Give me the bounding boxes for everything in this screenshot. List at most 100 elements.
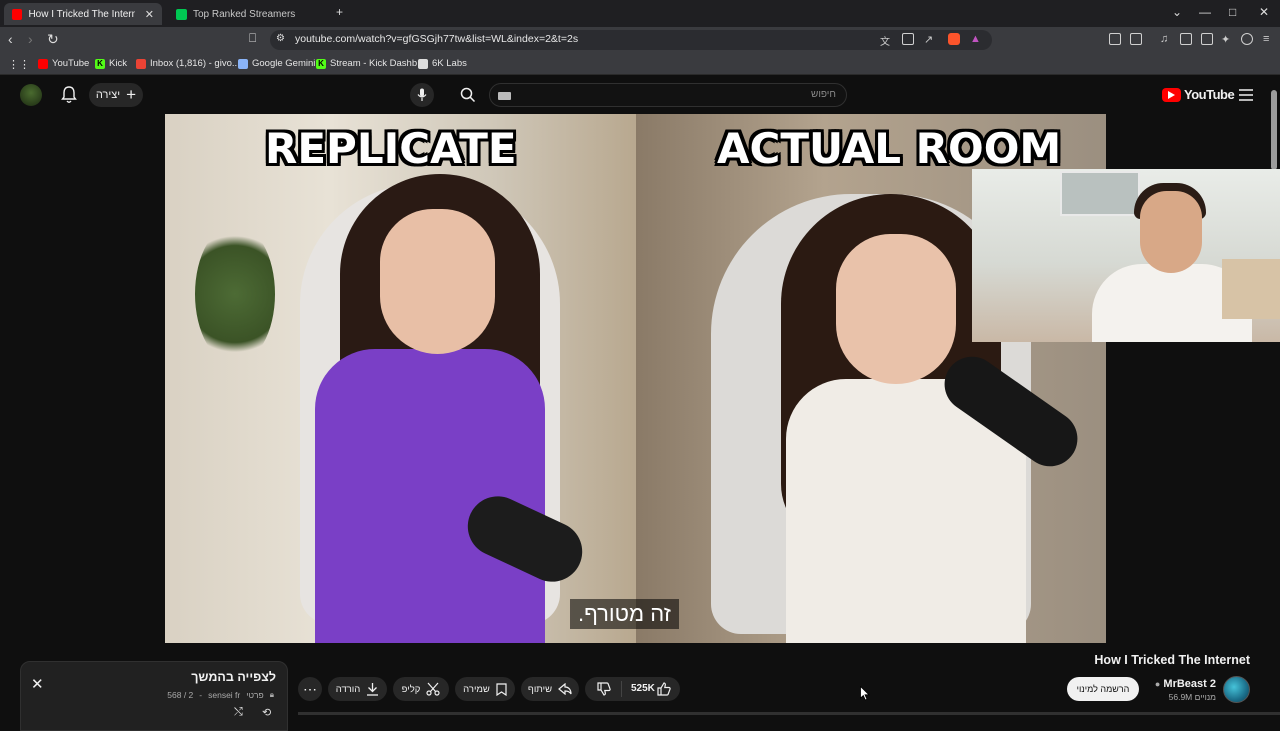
brave-shields-icon[interactable] — [948, 33, 960, 45]
download-button[interactable]: הורדה — [328, 677, 387, 701]
clip-button[interactable]: קליפ — [393, 677, 449, 701]
loop-icon[interactable]: ⟲ — [262, 706, 271, 719]
bookmark-6k-labs[interactable]: 6K Labs — [418, 58, 467, 69]
bookmark-label: Google Gemini — [252, 58, 316, 69]
brave-rewards-icon[interactable]: ▲ — [970, 33, 982, 45]
labs-icon — [418, 58, 428, 69]
sidebar-toggle-icon[interactable] — [1180, 33, 1192, 45]
close-playlist-icon[interactable]: ✕ — [31, 675, 44, 693]
reading-list-icon[interactable] — [1130, 33, 1142, 45]
page-scrollbar[interactable] — [1271, 90, 1277, 170]
bookmark-label: YouTube — [52, 58, 90, 69]
like-button[interactable] — [657, 682, 671, 701]
bookmark-label: 6K Labs — [432, 58, 467, 69]
voice-search-button[interactable] — [410, 83, 434, 107]
url-text: youtube.com/watch?v=gfGSGjh77tw&list=WL&… — [295, 33, 579, 45]
video-title: How I Tricked The Internet — [1094, 653, 1250, 667]
bookmark-label: Stream - Kick Dashb... — [330, 58, 426, 69]
plant-decoration — [195, 224, 275, 364]
leo-ai-icon[interactable]: ✦ — [1221, 33, 1233, 46]
media-icon[interactable]: ♫ — [1160, 33, 1172, 45]
share-button[interactable]: שיתוף — [521, 677, 579, 701]
save-button[interactable]: שמירה — [455, 677, 515, 701]
share-label: שיתוף — [527, 683, 553, 695]
close-window-button[interactable]: ✕ — [1259, 5, 1269, 19]
tab-youtube-video[interactable]: How I Tricked The Internet - Y ✕ — [4, 3, 162, 25]
video-subtitle: זה מטורף. — [570, 599, 679, 629]
create-label: יצירה — [95, 89, 121, 101]
kick-icon: K — [95, 58, 105, 69]
channel-name[interactable]: ● MrBeast 2 — [1155, 678, 1216, 690]
search-input[interactable]: חיפוש — [489, 83, 847, 107]
search-icon[interactable] — [460, 87, 476, 108]
bookmark-page-icon[interactable]: ⎕ — [249, 31, 256, 46]
pillow — [1222, 259, 1280, 319]
person-shirt — [315, 349, 545, 643]
bookmark-gemini[interactable]: Google Gemini — [238, 58, 315, 69]
menu-icon[interactable]: ≡ — [1263, 33, 1275, 45]
subscriber-count: 56.9M מנויים — [1168, 692, 1216, 702]
plus-icon: + — [126, 85, 137, 104]
bookmark-kick-dashboard[interactable]: K Stream - Kick Dashb... — [316, 58, 425, 69]
create-button[interactable]: יצירה + — [89, 83, 143, 107]
scissors-icon — [426, 682, 440, 696]
notifications-bell-icon[interactable] — [61, 86, 77, 109]
close-tab-icon[interactable]: ✕ — [145, 8, 154, 21]
microphone-icon — [417, 88, 427, 101]
forward-arrow-icon[interactable]: › — [28, 31, 33, 47]
window-background — [1060, 171, 1140, 216]
person-face — [836, 234, 956, 384]
back-arrow-icon[interactable]: ‹ — [8, 31, 13, 47]
page-divider — [298, 712, 1280, 715]
dislike-button[interactable] — [597, 682, 611, 701]
youtube-logo-text: YouTube — [1184, 87, 1235, 102]
apps-grid-icon[interactable]: ⋮⋮ — [8, 58, 30, 71]
youtube-logo[interactable]: YouTube — [1162, 87, 1235, 102]
tab-search-dropdown-icon[interactable]: ⌄ — [1172, 5, 1182, 19]
browser-tab-bar: How I Tricked The Internet - Y ✕ Top Ran… — [0, 0, 1280, 27]
bookmark-inbox[interactable]: Inbox (1,816) - givo... — [136, 58, 240, 69]
share-icon — [558, 683, 572, 695]
channel-avatar[interactable] — [1223, 676, 1250, 703]
playlist-separator: - — [199, 690, 203, 700]
vpn-shield-icon[interactable] — [1241, 33, 1253, 45]
guide-menu-icon[interactable] — [1239, 88, 1253, 106]
playlist-privacy: פרטי — [246, 690, 264, 700]
thumbs-down-icon — [597, 682, 611, 696]
verified-badge-icon: ● — [1154, 679, 1161, 689]
tab-label: Top Ranked Streamers — [193, 8, 296, 20]
clip-label: קליפ — [401, 683, 421, 695]
cast-icon[interactable] — [902, 33, 914, 45]
video-left-panel — [165, 114, 636, 643]
minimize-window-button[interactable]: — — [1199, 5, 1211, 19]
bookmark-label: Inbox (1,816) - givo... — [150, 58, 240, 69]
keyboard-icon[interactable] — [498, 92, 511, 100]
webcam-overlay — [972, 169, 1280, 342]
playlist-title[interactable]: לצפייה בהמשך — [191, 670, 276, 684]
translate-icon[interactable]: 文 — [880, 33, 892, 48]
tab-top-ranked-streamers[interactable]: Top Ranked Streamers — [168, 3, 328, 25]
like-count: 525K — [631, 683, 655, 694]
bookmark-kick[interactable]: K Kick — [95, 58, 127, 69]
more-actions-button[interactable]: ⋯ — [298, 677, 322, 701]
maximize-window-button[interactable]: □ — [1229, 5, 1236, 19]
wallet-icon[interactable] — [1201, 33, 1213, 45]
extensions-icon[interactable] — [1109, 33, 1121, 45]
site-info-icon[interactable]: ⚙ — [276, 33, 285, 44]
share-page-icon[interactable]: ↗ — [924, 33, 936, 46]
kick-icon: K — [316, 58, 326, 69]
video-player[interactable]: REPLICATE ACTUAL ROOM זה מטורף. — [165, 114, 1106, 643]
shuffle-icon[interactable]: ⤭ — [234, 706, 243, 719]
like-divider — [621, 681, 622, 697]
youtube-play-logo-icon — [1162, 87, 1181, 102]
tab-label: How I Tricked The Internet - Y — [28, 8, 135, 20]
more-horizontal-icon: ⋯ — [303, 680, 317, 697]
search-placeholder: חיפוש — [811, 89, 836, 100]
youtube-favicon-icon — [12, 8, 23, 20]
reload-icon[interactable]: ↻ — [47, 31, 59, 48]
account-avatar[interactable] — [20, 84, 42, 106]
save-bookmark-icon — [496, 682, 507, 696]
new-tab-button[interactable]: + — [336, 5, 343, 19]
bookmark-youtube[interactable]: YouTube — [38, 58, 89, 69]
subscribe-button[interactable]: הרשמה למינוי — [1067, 677, 1139, 701]
